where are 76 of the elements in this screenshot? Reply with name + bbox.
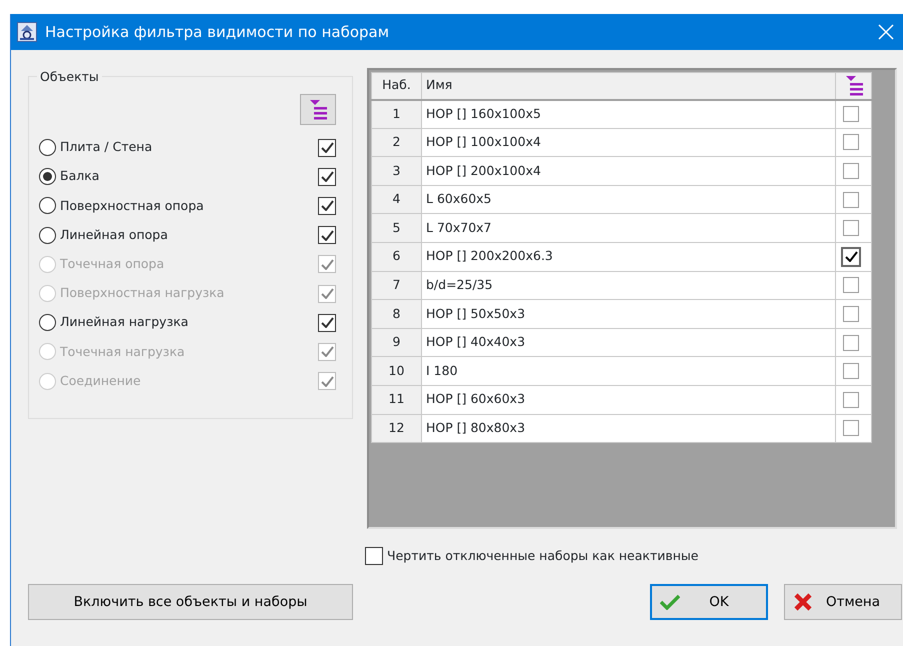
checkbox[interactable] xyxy=(318,138,336,157)
row-number: 5 xyxy=(372,214,422,242)
checkbox[interactable] xyxy=(843,134,859,150)
checkbox[interactable] xyxy=(843,306,859,322)
checkbox-label[interactable]: Чертить отключенные наборы как неактивные xyxy=(387,547,698,566)
radio-button[interactable] xyxy=(39,197,56,214)
row-number: 6 xyxy=(372,242,422,272)
row-number: 8 xyxy=(372,300,422,328)
checkbox[interactable] xyxy=(843,220,859,236)
cross-icon xyxy=(793,592,813,612)
radio-label[interactable]: Балка xyxy=(60,167,100,186)
filter-icon xyxy=(308,98,328,120)
table-cell: I 180 xyxy=(422,356,836,386)
radio-button[interactable] xyxy=(39,139,56,156)
table-cell: НОР [] 50x50x3 xyxy=(422,300,836,328)
table-cell: L 60x60x5 xyxy=(422,185,836,214)
checkmark-icon xyxy=(320,288,334,300)
checkbox[interactable] xyxy=(843,192,859,208)
row-number: 12 xyxy=(372,414,422,443)
checkmark-icon xyxy=(320,142,334,154)
checkmark-icon xyxy=(844,251,858,262)
checkmark-icon xyxy=(320,258,334,270)
checkbox[interactable] xyxy=(843,162,859,179)
checkbox[interactable] xyxy=(318,196,336,215)
checkbox[interactable] xyxy=(318,226,336,244)
checkmark-icon xyxy=(320,376,334,387)
checkmark-icon xyxy=(320,200,334,212)
table-cell: L 70x70x7 xyxy=(422,214,836,242)
checkmark-icon xyxy=(320,230,334,241)
column-header: Наб. xyxy=(372,72,422,100)
radio-label[interactable]: Плита / Стена xyxy=(60,138,152,157)
row-number: 7 xyxy=(372,271,422,300)
column-header: Имя xyxy=(422,72,836,100)
table-cell: НОР [] 200x100x4 xyxy=(422,156,836,186)
checkbox[interactable] xyxy=(318,314,336,332)
checkmark-icon xyxy=(320,171,334,182)
checkbox[interactable] xyxy=(843,420,859,436)
table-cell: НОР [] 40x40x3 xyxy=(422,328,836,357)
table-cell: НОР [] 80x80x3 xyxy=(422,414,836,443)
row-number: 2 xyxy=(372,128,422,157)
enable-all-button[interactable]: Включить все объекты и наборы xyxy=(28,584,353,620)
app-icon xyxy=(17,22,37,42)
table-cell: НОР [] 100x100x4 xyxy=(422,128,836,157)
checkbox[interactable] xyxy=(318,168,336,186)
checkbox[interactable] xyxy=(843,334,859,351)
checkmark-icon xyxy=(320,317,334,328)
table-cell: НОР [] 60x60x3 xyxy=(422,385,836,414)
table-cell: НОР [] 160x100x5 xyxy=(422,100,836,128)
checkbox[interactable] xyxy=(841,246,861,267)
filter-button[interactable] xyxy=(300,94,336,125)
row-number: 9 xyxy=(372,328,422,357)
radio-button[interactable] xyxy=(39,226,56,244)
row-number: 10 xyxy=(372,356,422,386)
cancel-button[interactable]: Отмена xyxy=(784,584,902,620)
checkbox[interactable] xyxy=(843,392,859,408)
table-cell: b/d=25/35 xyxy=(422,271,836,300)
table-cell: НОР [] 200x200x6.3 xyxy=(422,242,836,272)
checkmark-icon xyxy=(320,346,334,358)
radio-button[interactable] xyxy=(39,314,56,332)
checkbox[interactable] xyxy=(365,547,383,566)
radio-label[interactable]: Линейная опора xyxy=(60,226,168,245)
filter-icon xyxy=(844,74,864,97)
ok-button[interactable]: OK xyxy=(650,584,768,620)
window-title: Настройка фильтра видимости по наборам xyxy=(45,22,390,43)
radio-label[interactable]: Поверхностная опора xyxy=(60,196,204,216)
checkbox[interactable] xyxy=(843,277,859,294)
row-number: 4 xyxy=(372,185,422,214)
checkbox[interactable] xyxy=(843,363,859,380)
row-number: 11 xyxy=(372,385,422,414)
checkmark-icon xyxy=(660,594,680,610)
row-number: 1 xyxy=(372,100,422,128)
radio-label[interactable]: Линейная нагрузка xyxy=(60,313,188,332)
checkbox[interactable] xyxy=(843,106,859,122)
close-icon xyxy=(878,24,894,40)
row-number: 3 xyxy=(372,156,422,186)
radio-button[interactable] xyxy=(39,168,56,186)
